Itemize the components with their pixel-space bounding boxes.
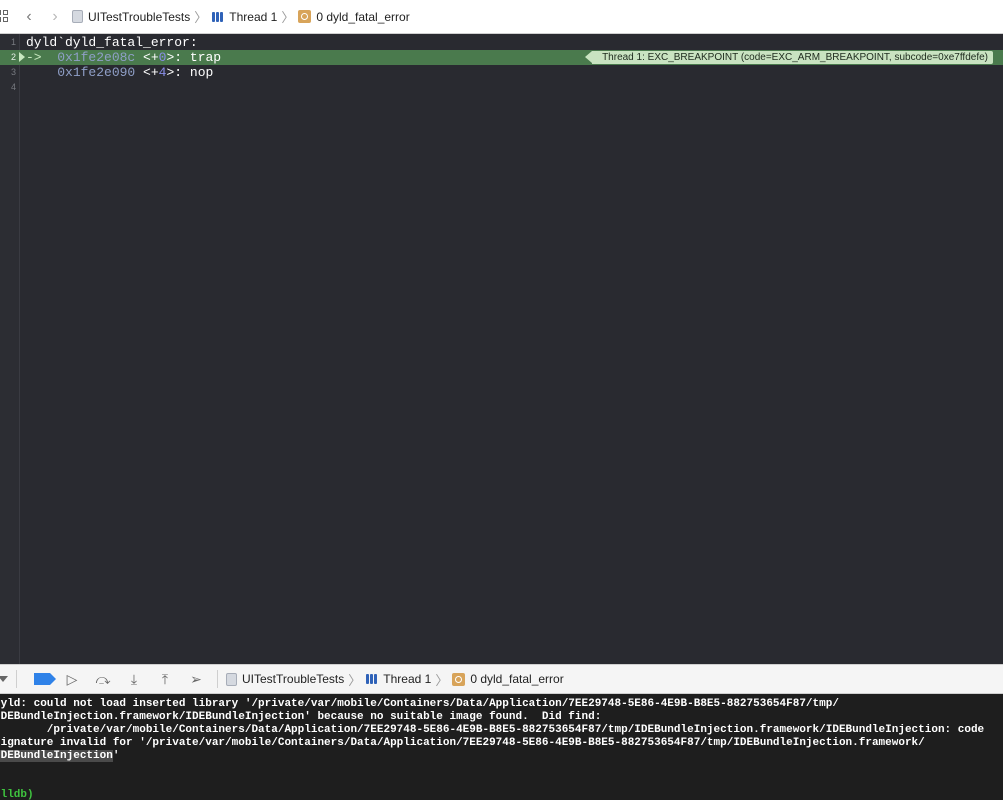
project-icon	[226, 672, 237, 686]
chevron-right-icon: 〉	[348, 672, 362, 688]
breadcrumb-project-label: UITestTroubleTests	[88, 9, 191, 24]
instruction-mnemonic: nop	[189, 65, 214, 80]
console-output-line: IDEBundleInjection.framework/IDEBundleIn…	[0, 711, 602, 723]
hide-debug-area-icon[interactable]	[0, 676, 8, 682]
code-line: 3 0x1fe2e090 <+4>: nop	[0, 65, 1003, 80]
console-output-line: /private/var/mobile/Containers/Data/Appl…	[0, 724, 985, 736]
disassembly-editor[interactable]: 1 dyld`dyld_fatal_error: 2 -> 0x1fe2e08c…	[0, 34, 1003, 664]
breadcrumb-frame[interactable]: 0 dyld_fatal_error	[298, 9, 410, 24]
chevron-right-icon: 〉	[435, 672, 449, 688]
debug-breadcrumb-frame[interactable]: 0 dyld_fatal_error	[452, 672, 564, 686]
line-number: 1	[10, 37, 16, 47]
debug-breadcrumb-thread-label: Thread 1	[383, 672, 432, 686]
location-icon[interactable]: ➢	[186, 669, 206, 689]
divider	[16, 670, 17, 688]
chevron-right-icon: 〉	[281, 10, 295, 25]
offset-open: <+	[143, 65, 159, 80]
current-instruction-line: 2 -> 0x1fe2e08c <+0>: trap Thread 1: EXC…	[0, 50, 1003, 65]
project-icon	[72, 10, 83, 23]
offset-close: >:	[166, 65, 183, 80]
console-output-line: signature invalid for '/private/var/mobi…	[0, 737, 925, 749]
forward-icon[interactable]: ›	[46, 6, 64, 28]
console-output-line: dyld: could not load inserted library '/…	[0, 698, 839, 710]
instruction-address: 0x1fe2e090	[57, 65, 136, 80]
instruction-address: 0x1fe2e08c	[57, 50, 136, 65]
lldb-prompt[interactable]: (lldb)	[0, 789, 34, 802]
thread-icon	[365, 673, 378, 685]
line-number-gutter[interactable]	[0, 34, 20, 664]
program-counter-arrow-icon[interactable]	[19, 52, 25, 62]
related-items-icon[interactable]	[0, 9, 10, 24]
offset-open: <+	[143, 50, 159, 65]
instruction-pointer-marker: ->	[26, 50, 42, 65]
step-into-icon[interactable]: ⤓	[124, 669, 144, 689]
debug-breadcrumb-frame-label: 0 dyld_fatal_error	[470, 672, 564, 686]
line-number: 2	[10, 52, 16, 62]
console-output-line: IDEBundleInjection'	[0, 750, 119, 763]
back-icon[interactable]: ‹	[20, 6, 38, 28]
debug-breadcrumb-thread[interactable]: Thread 1	[365, 672, 431, 686]
step-out-icon[interactable]: ⤒	[155, 669, 175, 689]
debug-breadcrumb-project-label: UITestTroubleTests	[242, 672, 345, 686]
console-trailing-text: '	[112, 750, 120, 762]
line-number: 3	[10, 67, 16, 77]
step-over-icon[interactable]: ⤼	[93, 669, 113, 689]
debug-breadcrumb-project[interactable]: UITestTroubleTests	[226, 672, 344, 686]
stack-frame-icon	[298, 10, 312, 23]
stack-frame-icon	[452, 672, 466, 686]
divider	[217, 670, 218, 688]
exception-annotation[interactable]: Thread 1: EXC_BREAKPOINT (code=EXC_ARM_B…	[585, 51, 993, 64]
debug-console[interactable]: dyld: could not load inserted library '/…	[0, 694, 1003, 802]
selected-text: IDEBundleInjection	[0, 750, 113, 762]
code-line: 1 dyld`dyld_fatal_error:	[0, 35, 1003, 50]
line-number: 4	[10, 82, 16, 92]
breadcrumb-project[interactable]: UITestTroubleTests	[72, 10, 190, 24]
breadcrumb-frame-label: 0 dyld_fatal_error	[316, 9, 410, 24]
breakpoints-toggle-icon[interactable]	[34, 673, 56, 685]
continue-icon[interactable]: ▷	[62, 669, 82, 689]
breadcrumb-thread-label: Thread 1	[229, 9, 278, 24]
jump-bar: ‹ › UITestTroubleTests 〉 Thread 1 〉 0 dy…	[0, 0, 1003, 34]
breadcrumb-thread[interactable]: Thread 1	[211, 10, 277, 24]
thread-icon	[211, 11, 224, 23]
debug-bar: ▷ ⤼ ⤓ ⤒ ➢ UITestTroubleTests 〉 Thread 1 …	[0, 664, 1003, 694]
offset-close: >:	[166, 50, 183, 65]
chevron-right-icon: 〉	[194, 10, 208, 25]
instruction-mnemonic: trap	[189, 50, 222, 65]
code-line: 4	[0, 80, 1003, 95]
function-label: dyld`dyld_fatal_error:	[26, 35, 198, 50]
